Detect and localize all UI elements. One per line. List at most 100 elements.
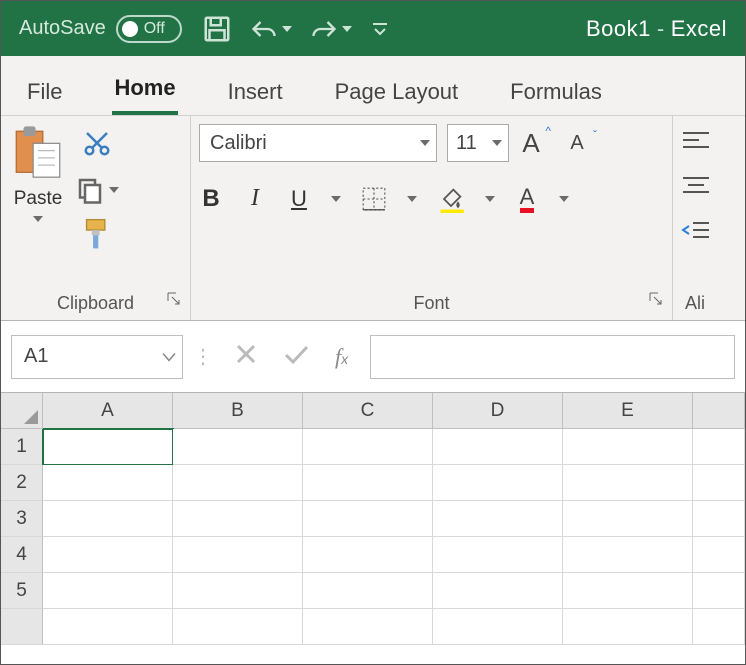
clipboard-paste-icon <box>9 124 67 182</box>
fill-color-icon[interactable] <box>437 185 465 213</box>
cell[interactable] <box>433 537 563 573</box>
row-header[interactable]: 5 <box>1 573 43 609</box>
cell[interactable] <box>303 465 433 501</box>
fill-color-dropdown-icon[interactable] <box>485 196 495 202</box>
cell[interactable] <box>43 465 173 501</box>
cell[interactable] <box>433 501 563 537</box>
cell[interactable] <box>43 609 173 645</box>
cell[interactable] <box>693 537 745 573</box>
underline-dropdown-icon[interactable] <box>331 196 341 202</box>
cell[interactable] <box>433 573 563 609</box>
row-header[interactable]: 4 <box>1 537 43 573</box>
redo-icon[interactable] <box>310 17 352 41</box>
name-box[interactable]: A1 <box>11 335 183 379</box>
decrease-font-icon[interactable]: Aˇ <box>565 132 589 155</box>
cell[interactable] <box>303 429 433 465</box>
cell[interactable] <box>173 465 303 501</box>
font-name-select[interactable]: Calibri <box>199 124 437 162</box>
align-left-icon[interactable] <box>681 130 711 157</box>
select-all-corner[interactable] <box>1 393 43 429</box>
cancel-formula-icon[interactable] <box>235 343 257 370</box>
insert-function-icon[interactable]: fx <box>335 344 348 370</box>
cell[interactable] <box>693 465 745 501</box>
group-label-clipboard: Clipboard <box>9 293 182 320</box>
align-center-icon[interactable] <box>681 175 711 202</box>
cell[interactable] <box>563 537 693 573</box>
cut-icon[interactable] <box>82 128 112 163</box>
undo-dropdown-icon[interactable] <box>282 26 292 32</box>
cell[interactable] <box>43 537 173 573</box>
cell[interactable] <box>693 429 745 465</box>
cell[interactable] <box>563 501 693 537</box>
borders-dropdown-icon[interactable] <box>407 196 417 202</box>
column-header[interactable]: B <box>173 393 303 429</box>
group-label-alignment: Ali <box>681 293 737 320</box>
cell[interactable] <box>563 465 693 501</box>
cell[interactable] <box>563 429 693 465</box>
copy-dropdown-icon[interactable] <box>109 187 119 193</box>
font-color-dropdown-icon[interactable] <box>559 196 569 202</box>
decrease-indent-icon[interactable] <box>681 220 711 247</box>
font-size-select[interactable]: 11 <box>447 124 509 162</box>
cell[interactable] <box>433 465 563 501</box>
copy-icon[interactable] <box>75 175 119 205</box>
cell[interactable] <box>43 573 173 609</box>
cell[interactable] <box>563 609 693 645</box>
clipboard-dialog-launcher-icon[interactable] <box>166 291 182 312</box>
window-title: Book1-Excel <box>586 16 727 42</box>
autosave-toggle[interactable]: AutoSave Off <box>19 15 182 43</box>
format-painter-icon[interactable] <box>81 217 113 256</box>
redo-dropdown-icon[interactable] <box>342 26 352 32</box>
paste-button[interactable]: Paste <box>9 124 67 222</box>
cell[interactable] <box>433 609 563 645</box>
cell[interactable] <box>173 573 303 609</box>
row-header[interactable]: 3 <box>1 501 43 537</box>
paste-dropdown-icon[interactable] <box>33 216 43 222</box>
borders-icon[interactable] <box>361 186 387 212</box>
font-dialog-launcher-icon[interactable] <box>648 291 664 312</box>
tab-home[interactable]: Home <box>112 65 177 115</box>
cell[interactable] <box>693 609 745 645</box>
row-header[interactable]: 1 <box>1 429 43 465</box>
italic-button[interactable]: I <box>243 185 267 212</box>
cell[interactable] <box>693 573 745 609</box>
tab-formulas[interactable]: Formulas <box>508 69 604 115</box>
font-color-icon[interactable]: A <box>515 184 539 213</box>
column-header[interactable]: E <box>563 393 693 429</box>
increase-font-icon[interactable]: A^ <box>519 128 543 159</box>
column-header[interactable]: C <box>303 393 433 429</box>
cell[interactable] <box>303 537 433 573</box>
column-header[interactable]: D <box>433 393 563 429</box>
formula-input[interactable] <box>370 335 735 379</box>
customize-qat-icon[interactable] <box>370 19 390 39</box>
cell[interactable] <box>693 501 745 537</box>
cell[interactable] <box>43 501 173 537</box>
name-box-dropdown-icon[interactable] <box>162 345 176 368</box>
spreadsheet-grid: A B C D E 1 2 3 4 5 <box>1 393 745 645</box>
enter-formula-icon[interactable] <box>283 343 309 370</box>
cell[interactable] <box>303 573 433 609</box>
cell[interactable] <box>173 537 303 573</box>
column-header[interactable]: A <box>43 393 173 429</box>
save-icon[interactable] <box>202 14 232 44</box>
undo-icon[interactable] <box>250 17 292 41</box>
tab-page-layout[interactable]: Page Layout <box>333 69 461 115</box>
cell[interactable] <box>303 501 433 537</box>
title-bar: AutoSave Off Book1-Excel <box>1 1 745 56</box>
cell[interactable] <box>303 609 433 645</box>
toggle-switch[interactable]: Off <box>116 15 182 43</box>
cell[interactable] <box>433 429 563 465</box>
tab-file[interactable]: File <box>25 69 64 115</box>
bold-button[interactable]: B <box>199 185 223 213</box>
cell[interactable] <box>563 573 693 609</box>
cell[interactable] <box>173 609 303 645</box>
row-header[interactable] <box>1 609 43 645</box>
name-box-value: A1 <box>24 345 48 368</box>
tab-insert[interactable]: Insert <box>226 69 285 115</box>
cell[interactable] <box>173 429 303 465</box>
cell[interactable] <box>43 429 173 465</box>
row-header[interactable]: 2 <box>1 465 43 501</box>
underline-button[interactable]: U <box>287 186 311 212</box>
column-header[interactable] <box>693 393 745 429</box>
cell[interactable] <box>173 501 303 537</box>
